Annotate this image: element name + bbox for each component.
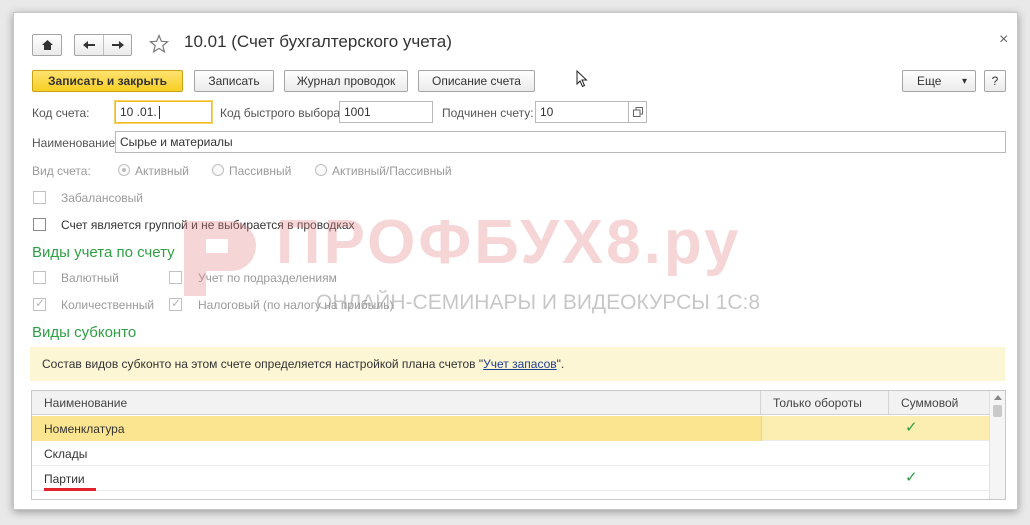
row-turnover[interactable]: [761, 416, 889, 441]
home-icon: [33, 35, 61, 55]
code-value: 10 .01.: [120, 105, 157, 119]
code-input[interactable]: 10 .01.: [115, 101, 212, 123]
inventory-settings-link[interactable]: Учет запасов: [483, 357, 557, 371]
currency-checkbox[interactable]: [33, 271, 46, 284]
red-underline-highlight: [44, 488, 96, 491]
save-button[interactable]: Записать: [194, 70, 274, 92]
home-button[interactable]: [32, 34, 62, 56]
radio-active-label: Активный: [135, 164, 189, 178]
tax-label: Налоговый (по налогу на прибыль): [198, 298, 394, 312]
more-label: Еще: [917, 74, 942, 88]
history-nav: [74, 34, 132, 56]
code-label: Код счета:: [32, 106, 90, 120]
row-turnover[interactable]: [761, 441, 889, 466]
mouse-cursor-icon: [576, 69, 588, 91]
radio-active-passive-label: Активный/Пассивный: [332, 164, 452, 178]
departments-checkbox[interactable]: [169, 271, 182, 284]
radio-passive[interactable]: [212, 164, 224, 176]
save-and-close-button[interactable]: Записать и закрыть: [32, 70, 183, 92]
info-text: Состав видов субконто на этом счете опре…: [42, 357, 484, 371]
scroll-up-icon[interactable]: [994, 395, 1002, 400]
radio-active-passive[interactable]: [315, 164, 327, 176]
checkmark-icon[interactable]: ✓: [905, 468, 918, 486]
parent-account-input[interactable]: 10: [535, 101, 629, 123]
column-name[interactable]: Наименование: [32, 391, 761, 415]
window-title: 10.01 (Счет бухгалтерского учета): [184, 32, 452, 51]
table-header: Наименование Только обороты Суммовой: [32, 391, 990, 415]
close-icon[interactable]: ×: [999, 31, 1008, 49]
back-arrow-icon: [83, 41, 95, 49]
quick-code-label: Код быстрого выбора:: [220, 106, 344, 120]
scroll-thumb[interactable]: [993, 405, 1002, 417]
account-description-button[interactable]: Описание счета: [418, 70, 535, 92]
table-row[interactable]: Партии ✓: [32, 466, 990, 491]
account-type-label: Вид счета:: [32, 164, 91, 178]
journal-button[interactable]: Журнал проводок: [284, 70, 408, 92]
accounting-types-heading: Виды учета по счету: [32, 244, 175, 261]
table-row[interactable]: Номенклатура ✓: [32, 416, 990, 441]
forward-arrow-icon: [111, 41, 124, 49]
forward-button[interactable]: [103, 35, 131, 55]
subconto-table: Наименование Только обороты Суммовой Ном…: [31, 390, 1006, 500]
row-name: Склады: [44, 446, 88, 461]
subconto-info-bar: Состав видов субконто на этом счете опре…: [30, 347, 1005, 381]
radio-passive-label: Пассивный: [229, 164, 292, 178]
parent-account-label: Подчинен счету:: [442, 106, 534, 120]
tax-checkbox[interactable]: ✓: [169, 296, 182, 311]
checkmark-icon: ✓: [171, 296, 182, 310]
quantity-label: Количественный: [61, 298, 155, 312]
checkmark-icon[interactable]: ✓: [905, 418, 918, 436]
column-sum[interactable]: Суммовой: [889, 391, 990, 415]
more-menu-button[interactable]: Еще ▾: [902, 70, 976, 92]
info-text-end: ".: [556, 357, 565, 371]
group-label: Счет является группой и не выбирается в …: [61, 218, 355, 232]
star-icon: [148, 33, 170, 54]
off-balance-checkbox[interactable]: [33, 191, 46, 204]
checkmark-icon: ✓: [35, 296, 46, 310]
row-turnover[interactable]: [761, 466, 889, 491]
name-input[interactable]: Сырье и материалы: [115, 131, 1006, 153]
row-name: Партии: [44, 471, 85, 486]
open-form-icon: [632, 107, 643, 117]
quick-code-input[interactable]: 1001: [339, 101, 433, 123]
row-name: Номенклатура: [32, 416, 761, 441]
radio-active[interactable]: [118, 164, 130, 176]
table-row[interactable]: Склады: [32, 441, 990, 466]
favorite-star-button[interactable]: [148, 33, 170, 57]
back-button[interactable]: [75, 35, 103, 55]
name-label: Наименование:: [32, 136, 119, 150]
chevron-down-icon: ▾: [961, 75, 967, 87]
column-turnover[interactable]: Только обороты: [761, 391, 889, 415]
table-scrollbar[interactable]: [989, 391, 1005, 499]
currency-label: Валютный: [61, 271, 119, 285]
quantity-checkbox[interactable]: ✓: [33, 296, 46, 311]
departments-label: Учет по подразделениям: [198, 271, 337, 285]
open-parent-button[interactable]: [629, 101, 647, 123]
off-balance-label: Забалансовый: [61, 191, 144, 205]
help-button[interactable]: ?: [984, 70, 1006, 92]
account-form-window: 10.01 (Счет бухгалтерского учета) × Запи…: [13, 12, 1018, 510]
group-checkbox[interactable]: [33, 218, 46, 231]
subconto-heading: Виды субконто: [32, 324, 137, 341]
text-caret: [158, 105, 160, 119]
